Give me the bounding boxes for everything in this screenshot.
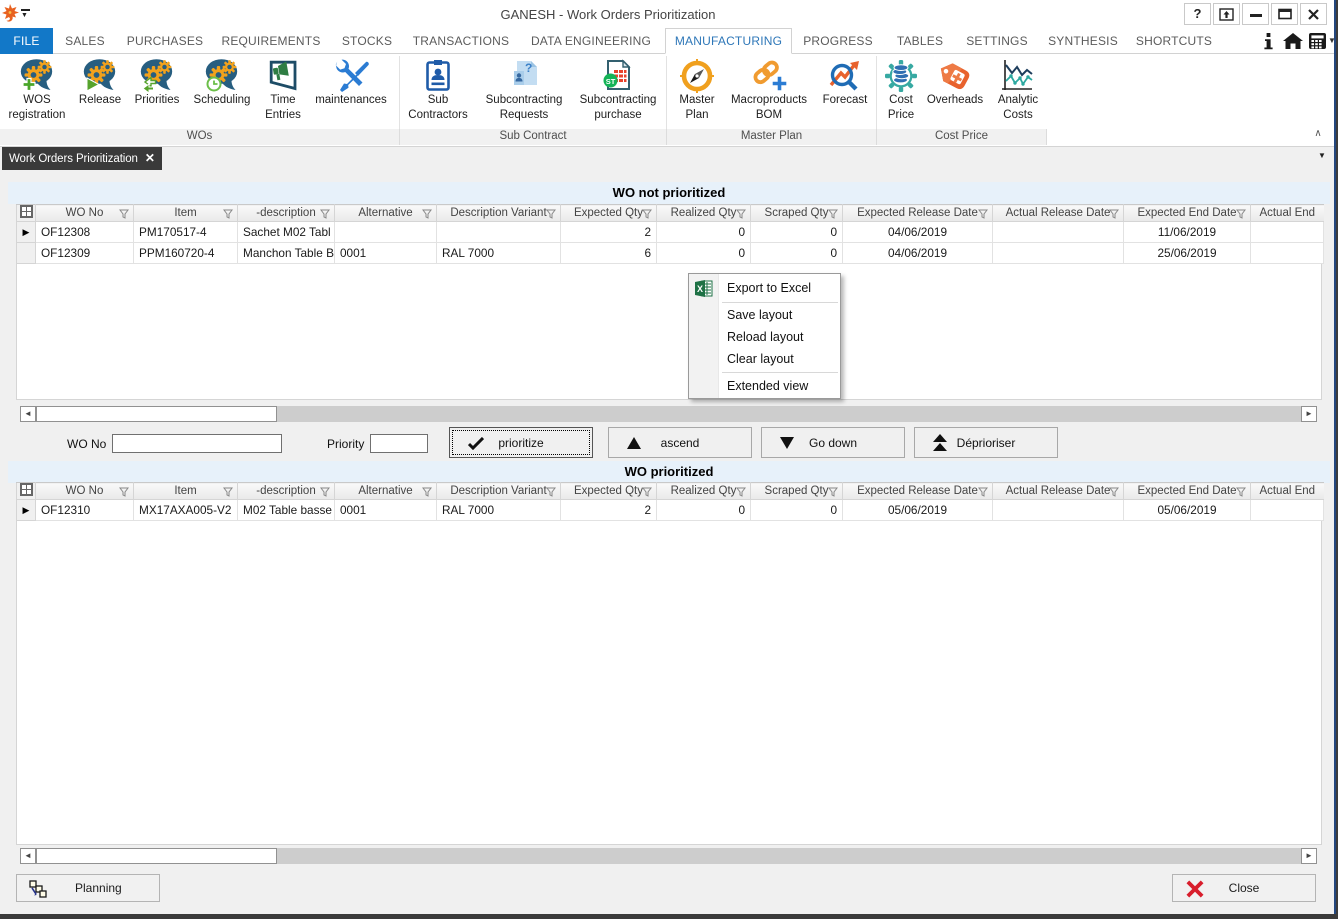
svg-text:?: ? (525, 61, 532, 75)
svg-text:X: X (697, 284, 703, 294)
svg-text:ST: ST (606, 77, 616, 86)
